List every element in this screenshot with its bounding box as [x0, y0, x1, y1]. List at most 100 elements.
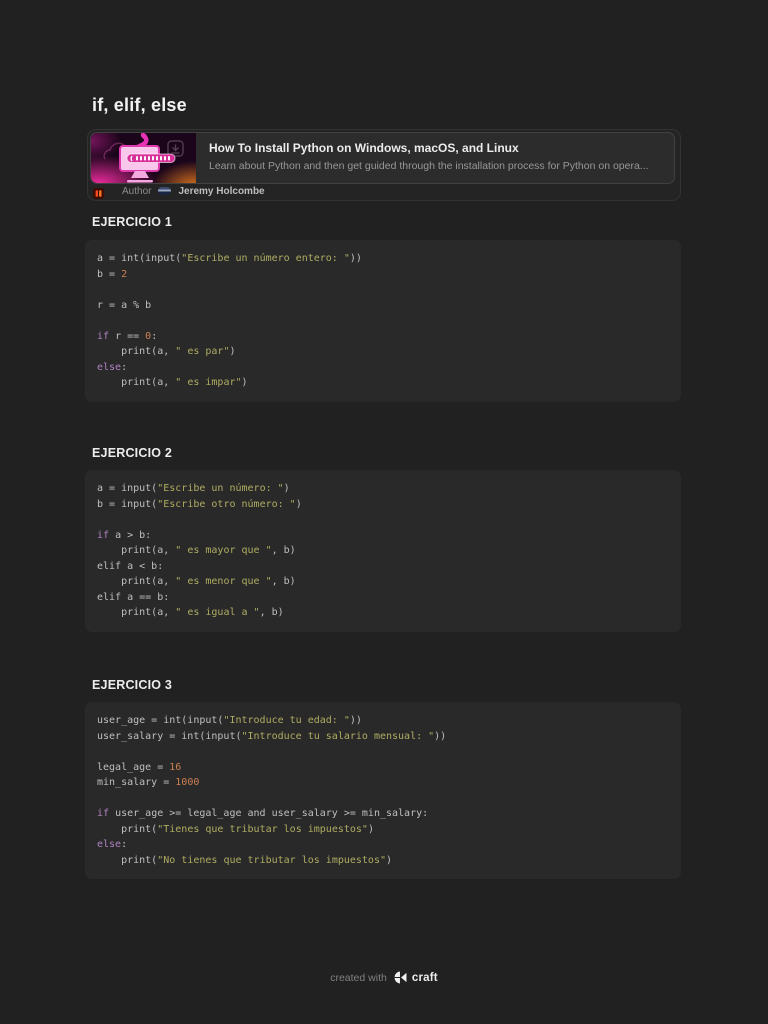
document-page: if, elif, else How To Install Python on … [0, 0, 768, 1024]
code-line: if r == 0: [97, 329, 669, 345]
code-token: : [151, 330, 158, 342]
code-token: b = input( [97, 498, 158, 510]
site-favicon-icon [93, 186, 104, 199]
code-line: print(a, " es igual a ", b) [97, 605, 669, 621]
code-token: print(a, [97, 576, 176, 587]
code-token: if [97, 529, 110, 541]
code-token: b = [97, 268, 122, 280]
code-line: print("Tienes que tributar los impuestos… [97, 822, 669, 838]
code-line: print(a, " es impar") [97, 375, 669, 391]
author-label: Author [122, 185, 152, 197]
code-token: print( [97, 854, 158, 866]
code-token: " es par" [175, 346, 230, 357]
code-token: "Escribe otro número: " [157, 498, 296, 510]
code-token: print( [97, 823, 158, 835]
code-token: ) [295, 498, 302, 510]
code-token: print(a, [97, 377, 176, 388]
author-name: Jeremy Holcombe [178, 185, 265, 197]
code-line: else: [97, 360, 669, 376]
code-line: legal_age = 16 [97, 760, 669, 776]
code-token: 2 [121, 268, 128, 280]
author-avatar [158, 187, 172, 195]
code-line: else: [97, 837, 669, 853]
code-token: elif a < b: [97, 560, 164, 572]
code-line: min_salary = 1000 [97, 775, 669, 791]
code-token: a = int(input( [97, 253, 182, 264]
code-token: legal_age = [97, 761, 170, 773]
code-token: print(a, [97, 545, 176, 556]
code-line: a = input("Escribe un número: ") [97, 481, 669, 497]
page-title: if, elif, else [92, 95, 187, 115]
code-token: "No tienes que tributar los impuestos" [157, 854, 386, 866]
code-token: user_age >= legal_age and user_salary >=… [109, 808, 429, 819]
code-token: ) [367, 823, 374, 835]
code-token: a = input( [97, 483, 158, 494]
code-token: ) [241, 377, 248, 388]
code-token: print(a, [97, 607, 176, 618]
code-token: )) [349, 715, 362, 726]
code-token: "Escribe un número: " [157, 483, 284, 494]
code-token: elif a == b: [97, 591, 170, 603]
code-token: "Escribe un número entero: " [181, 253, 350, 264]
code-token: min_salary = [97, 777, 176, 788]
link-card-media-panel: How To Install Python on Windows, macOS,… [90, 132, 675, 184]
code-token: r = a % b [97, 299, 152, 311]
code-block-ejercicio-2: a = input("Escribe un número: ") b = inpu… [85, 470, 681, 632]
code-token: " es mayor que " [175, 545, 272, 556]
code-token: " es menor que " [175, 576, 272, 587]
link-preview-card[interactable]: How To Install Python on Windows, macOS,… [87, 129, 681, 201]
code-line: print(a, " es par") [97, 344, 669, 360]
link-card-author-row: Author Jeremy Holcombe [91, 184, 265, 199]
link-card-title: How To Install Python on Windows, macOS,… [209, 141, 519, 155]
craft-brand-label: craft [411, 971, 438, 984]
code-token: " es impar" [175, 377, 242, 388]
code-token: r == [109, 330, 146, 342]
code-token: user_salary = int(input( [97, 730, 242, 742]
footer-branding[interactable]: created with craft [0, 971, 768, 984]
code-token: 16 [169, 761, 182, 773]
section-heading-ejercicio-2: EJERCICIO 2 [92, 446, 173, 460]
code-token: else [97, 361, 122, 373]
link-card-text: How To Install Python on Windows, macOS,… [196, 133, 661, 183]
code-token: 1000 [175, 777, 200, 788]
code-line: if a > b: [97, 528, 669, 544]
code-token: user_age = int(input( [97, 715, 224, 726]
code-token: " es igual a " [175, 607, 260, 618]
code-line: b = input("Escribe otro número: ") [97, 497, 669, 513]
code-line: if user_age >= legal_age and user_salary… [97, 806, 669, 822]
code-line: b = 2 [97, 267, 669, 283]
created-with-label: created with [330, 971, 387, 984]
code-line: user_age = int(input("Introduce tu edad:… [97, 713, 669, 729]
code-token: print(a, [97, 346, 176, 357]
code-line: print(a, " es menor que ", b) [97, 574, 669, 590]
code-line: print(a, " es mayor que ", b) [97, 543, 669, 559]
code-token: "Tienes que tributar los impuestos" [157, 823, 368, 835]
code-token: )) [349, 253, 362, 264]
code-token: ) [386, 854, 393, 866]
code-token: , b) [271, 576, 296, 587]
code-line: print("No tienes que tributar los impues… [97, 853, 669, 869]
code-block-ejercicio-3: user_age = int(input("Introduce tu edad:… [85, 702, 681, 879]
code-block-ejercicio-1: a = int(input("Escribe un número entero:… [85, 240, 681, 402]
code-line: user_salary = int(input("Introduce tu sa… [97, 729, 669, 745]
code-line: r = a % b [97, 298, 669, 314]
code-token: ) [229, 346, 236, 357]
article-thumbnail-icon [91, 133, 196, 183]
craft-logo-icon [394, 971, 407, 984]
code-line: elif a == b: [97, 590, 669, 606]
code-token: : [121, 361, 128, 373]
section-heading-ejercicio-3: EJERCICIO 3 [92, 678, 173, 692]
code-token: if [97, 330, 110, 342]
code-token: , b) [271, 545, 296, 556]
code-token: a > b: [109, 529, 152, 541]
link-card-description: Learn about Python and then get guided t… [209, 160, 649, 172]
code-token: , b) [259, 607, 284, 618]
code-token: if [97, 808, 110, 819]
code-line: a = int(input("Escribe un número entero:… [97, 251, 669, 267]
code-line: elif a < b: [97, 559, 669, 575]
code-token: ) [283, 483, 290, 494]
